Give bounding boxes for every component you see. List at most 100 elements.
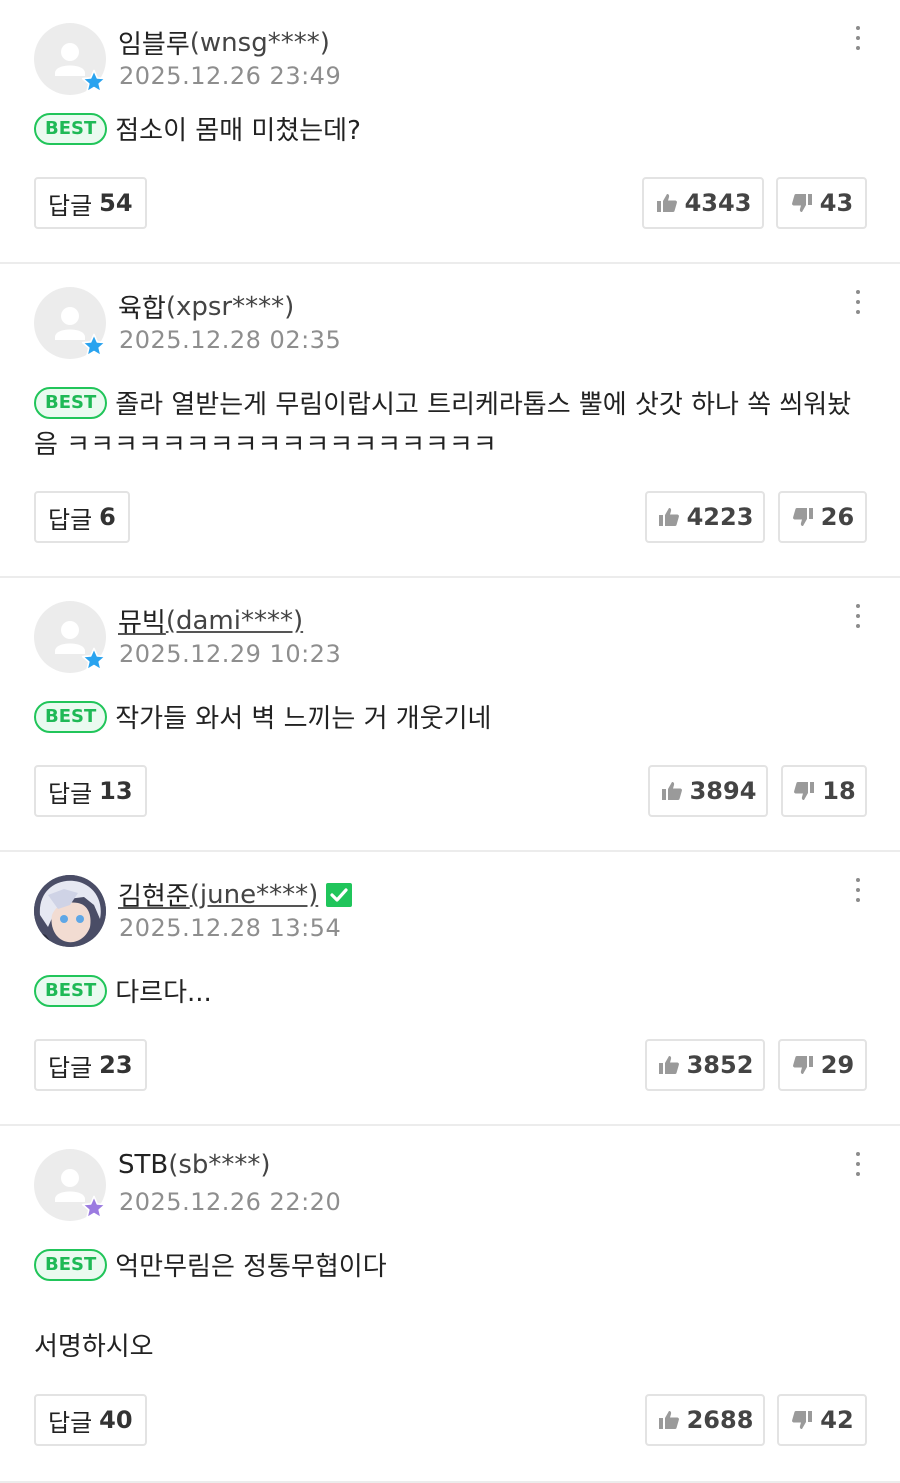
user-id: (wnsg****) (189, 27, 330, 58)
comment-body: BEST 억만무림은 정통무협이다 (34, 1247, 866, 1287)
reply-button[interactable]: 답글 13 (34, 765, 147, 817)
avatar[interactable] (34, 875, 106, 947)
author-name[interactable]: 뮤빅 (dami****) (118, 602, 303, 639)
purple-star-icon (81, 1195, 107, 1221)
comment-item: 김현준 (june****) 2025.12.28 13:54 BEST 다르다..… (0, 852, 900, 1126)
avatar[interactable] (34, 287, 106, 359)
dislike-button[interactable]: 18 (781, 765, 867, 817)
more-options-icon[interactable] (846, 24, 870, 52)
dislike-count: 29 (820, 1051, 855, 1079)
more-options-icon[interactable] (846, 876, 870, 904)
like-button[interactable]: 2688 (645, 1394, 765, 1446)
comment-text: 졸라 열받는게 무림이랍시고 트리케라톱스 뿔에 삿갓 하나 쏙 씌워놨음 ㅋㅋ… (34, 390, 852, 460)
comment-body: BEST 졸라 열받는게 무림이랍시고 트리케라톱스 뿔에 삿갓 하나 쏙 씌워놨… (34, 385, 866, 465)
thumbs-up-icon (657, 1408, 681, 1432)
reply-button[interactable]: 답글 40 (34, 1394, 147, 1446)
nickname: 임블루 (118, 30, 190, 60)
dislike-count: 18 (822, 777, 856, 805)
more-options-icon[interactable] (846, 602, 870, 630)
author-name[interactable]: 김현준 (june****) (118, 876, 354, 913)
best-badge: BEST (34, 112, 108, 145)
profile-photo (34, 875, 106, 947)
reply-button[interactable]: 답글 23 (34, 1039, 147, 1091)
comment-body: BEST 다르다... (34, 973, 866, 1013)
reply-count: 40 (99, 1406, 133, 1434)
reply-label: 답글 (48, 1053, 93, 1082)
thumbs-down-icon (791, 505, 815, 529)
thumbs-down-icon (791, 1053, 815, 1077)
reply-button[interactable]: 답글 54 (34, 177, 147, 229)
avatar[interactable] (34, 23, 106, 95)
dislike-button[interactable]: 42 (777, 1394, 867, 1446)
reply-label: 답글 (48, 191, 93, 220)
reply-button[interactable]: 답글 6 (34, 491, 130, 543)
like-button[interactable]: 4343 (642, 177, 764, 229)
comment-body: BEST 점소이 몸매 미쳤는데? (34, 111, 866, 151)
like-count: 4223 (686, 503, 754, 531)
comment-text: 억만무림은 정통무협이다 (115, 1252, 387, 1282)
reply-label: 답글 (48, 1408, 93, 1437)
comment-item: 임블루 (wnsg****) 2025.12.26 23:49 BEST 점소이 몸… (0, 0, 900, 264)
like-count: 4343 (684, 189, 752, 217)
thumbs-up-icon (655, 191, 679, 215)
dislike-count: 42 (820, 1406, 854, 1434)
best-badge: BEST (34, 974, 108, 1007)
comment-date: 2025.12.28 13:54 (119, 914, 342, 942)
reply-count: 54 (99, 189, 133, 217)
thumbs-down-icon (792, 779, 816, 803)
more-options-icon[interactable] (846, 1150, 870, 1178)
comment-extra-text: 서명하시오 (34, 1332, 154, 1362)
comment-text: 작가들 와서 벽 느끼는 거 개웃기네 (115, 704, 492, 734)
nickname: 김현준 (118, 882, 190, 912)
comment-date: 2025.12.28 02:35 (119, 326, 342, 354)
user-id: (xpsr****) (165, 291, 295, 322)
thumbs-down-icon (790, 1408, 814, 1432)
comment-item: 육합 (xpsr****) 2025.12.28 02:35 BEST 졸라 열받는… (0, 264, 900, 578)
thumbs-up-icon (657, 505, 681, 529)
user-id: (june****) (189, 879, 319, 910)
like-count: 3894 (689, 777, 757, 805)
comment-date: 2025.12.29 10:23 (119, 640, 342, 668)
avatar[interactable] (34, 601, 106, 673)
nickname: 뮤빅 (118, 608, 166, 638)
comment-item: STB (sb****) 2025.12.26 22:20 BEST 억만무림은 정… (0, 1126, 900, 1483)
author-name[interactable]: 육합 (xpsr****) (118, 288, 294, 325)
dislike-button[interactable]: 29 (778, 1039, 867, 1091)
comment-date: 2025.12.26 23:49 (119, 62, 342, 90)
best-badge: BEST (34, 1248, 108, 1281)
blue-star-icon (81, 647, 107, 673)
reply-label: 답글 (48, 505, 93, 534)
like-count: 3852 (686, 1051, 754, 1079)
comment-text: 점소이 몸매 미쳤는데? (115, 116, 361, 146)
more-options-icon[interactable] (846, 288, 870, 316)
thumbs-up-icon (657, 1053, 681, 1077)
dislike-button[interactable]: 43 (776, 177, 867, 229)
like-button[interactable]: 4223 (645, 491, 765, 543)
reply-count: 23 (99, 1051, 133, 1079)
reply-count: 13 (99, 777, 133, 805)
dislike-count: 43 (819, 189, 854, 217)
nickname: 육합 (118, 294, 166, 324)
user-id: (dami****) (165, 605, 304, 636)
like-count: 2688 (686, 1406, 754, 1434)
best-badge: BEST (34, 700, 108, 733)
author-name[interactable]: STB (sb****) (118, 1150, 271, 1180)
thumbs-down-icon (790, 191, 814, 215)
reply-label: 답글 (48, 779, 93, 808)
thumbs-up-icon (660, 779, 684, 803)
user-id: (sb****) (168, 1150, 271, 1180)
blue-star-icon (81, 69, 107, 95)
author-name[interactable]: 임블루 (wnsg****) (118, 24, 330, 61)
like-button[interactable]: 3852 (645, 1039, 765, 1091)
comment-item: 뮤빅 (dami****) 2025.12.29 10:23 BEST 작가들 와서… (0, 578, 900, 852)
like-button[interactable]: 3894 (648, 765, 768, 817)
best-badge: BEST (34, 386, 108, 419)
dislike-count: 26 (820, 503, 855, 531)
avatar[interactable] (34, 1149, 106, 1221)
comment-text: 다르다... (115, 978, 212, 1008)
comment-body: BEST 작가들 와서 벽 느끼는 거 개웃기네 (34, 699, 866, 739)
nickname: STB (118, 1150, 169, 1180)
dislike-button[interactable]: 26 (778, 491, 867, 543)
comment-date: 2025.12.26 22:20 (119, 1188, 342, 1216)
blue-star-icon (81, 333, 107, 359)
